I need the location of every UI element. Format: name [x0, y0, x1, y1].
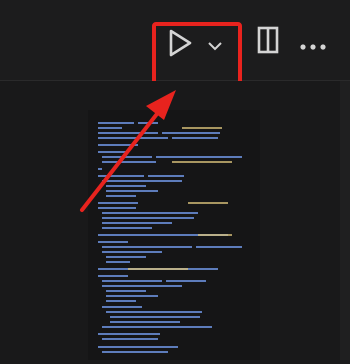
- code-minimap[interactable]: [88, 110, 260, 360]
- minimap-code-lines: [98, 122, 242, 353]
- more-actions-button[interactable]: [299, 36, 327, 55]
- run-button-highlight-box: [152, 22, 242, 86]
- ellipsis-icon: [300, 44, 326, 50]
- editor-scrollbar[interactable]: [340, 81, 350, 360]
- split-editor-icon: [257, 26, 279, 54]
- split-editor-button[interactable]: [257, 26, 279, 58]
